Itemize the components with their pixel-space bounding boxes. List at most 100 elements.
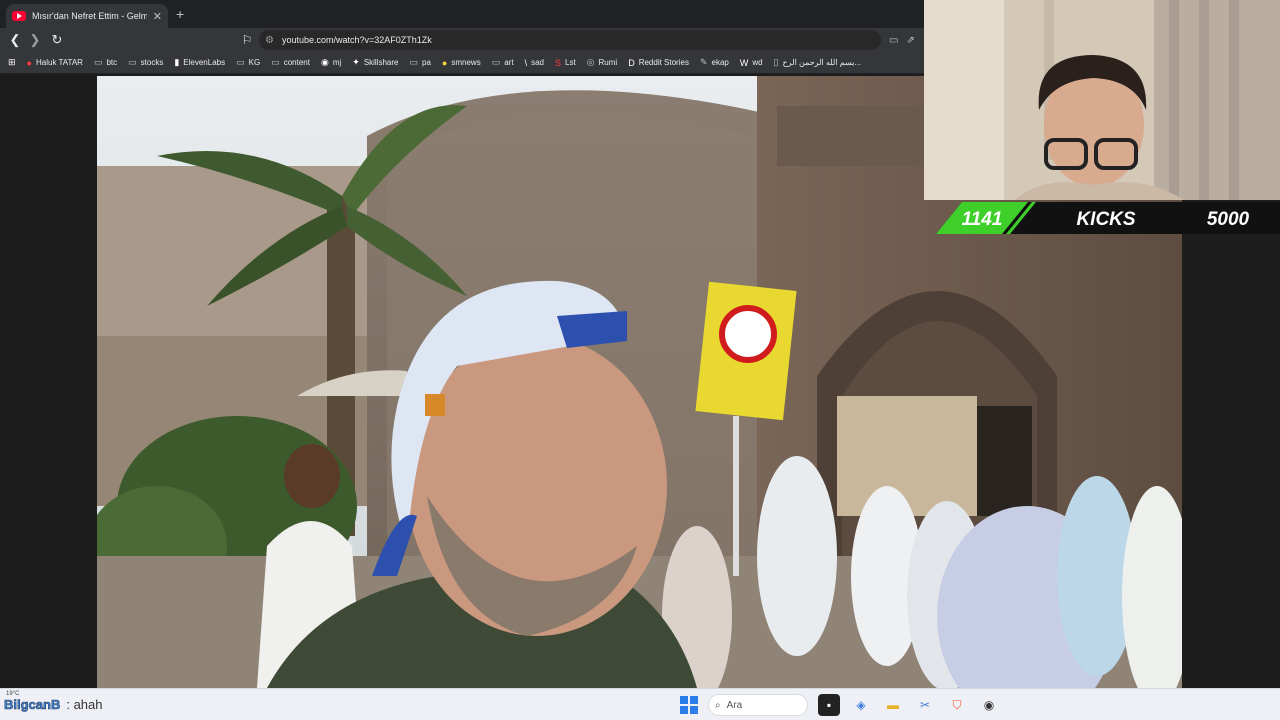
smiley-icon: ● (441, 57, 448, 68)
brave-browser-icon[interactable]: ⛉ (946, 694, 968, 716)
youtube-icon (12, 11, 26, 21)
chat-message: BilgcanB : ahah (4, 697, 103, 713)
windows-logo-tile (690, 696, 698, 704)
bookmark-label: Haluk TATAR (35, 58, 83, 67)
bookmark-label: art (504, 58, 514, 67)
bookmark-label: ElevenLabs (183, 58, 226, 67)
taskbar: 19°C BilgcanB : ahah ⌕ Ara ▪ ◈ ▬ ✂ ⛉ ◉ (0, 688, 1280, 720)
toolbar-actions: ▭ ⇗ (889, 35, 915, 46)
slash-icon: \ (524, 57, 528, 68)
kicks-count: 1141 (962, 209, 1003, 230)
bookmarks-bar: ⊞ ● Haluk TATAR ▭ btc ▭ stocks ▮ ElevenLabs … (0, 52, 924, 74)
webcam-overlay (924, 0, 1280, 200)
bookmark-item[interactable]: ▯ بسم الله الرحمن الرح... (774, 57, 862, 68)
bookmark-label: Skillshare (363, 58, 399, 67)
share-icon[interactable]: ⇗ (906, 35, 914, 46)
bookmark-label: mj (332, 58, 342, 67)
bookmark-item[interactable]: ▮ ElevenLabs (174, 57, 225, 68)
bookmark-label: stocks (140, 58, 164, 67)
bird-icon: ✎ (699, 57, 708, 67)
bookmark-item[interactable]: S Lst (555, 58, 576, 68)
bookmark-item[interactable]: ◉ mj (321, 57, 341, 68)
wiki-icon: W (739, 57, 749, 68)
browser-tab[interactable]: Mısır'dan Nefret Ettim - Gelm ✕ (6, 4, 168, 28)
bookmark-item[interactable]: ▭ KG (236, 57, 260, 68)
kicks-counter: 1141 KICKS 5000 (936, 202, 1280, 234)
bookmark-item[interactable]: ✦ Skillshare (352, 57, 398, 68)
bookmark-label: بسم الله الرحمن الرح... (782, 58, 862, 67)
kicks-goal: 5000 (1207, 209, 1250, 230)
tab-strip: Mısır'dan Nefret Ettim - Gelm ✕ + (0, 0, 924, 28)
chat-username: BilgcanB (4, 697, 61, 713)
bookmark-label: Rumi (598, 58, 618, 67)
bookmark-item[interactable]: \ sad (525, 58, 544, 68)
bookmark-label: Reddit Stories (638, 58, 689, 67)
elevenlabs-icon: ▮ (174, 57, 180, 67)
folder-icon: ▭ (491, 57, 501, 67)
new-tab-button[interactable]: + (176, 6, 184, 22)
browser-toolbar: ❮ ❯ ↻ ⚐ ⚙ youtube.com/watch?v=32AF0ZTh1Z… (0, 28, 924, 52)
search-placeholder: Ara (726, 699, 743, 711)
globe-icon: ◎ (586, 57, 595, 67)
windows-logo-tile (690, 706, 698, 714)
taskbar-search[interactable]: ⌕ Ara (708, 694, 808, 716)
bookmark-label: sad (531, 58, 544, 67)
apps-button[interactable]: ⊞ (8, 57, 16, 68)
forward-button[interactable]: ❯ (25, 32, 45, 48)
bookmark-item[interactable]: ◎ Rumi (587, 57, 618, 68)
bookmark-icon[interactable]: ⚐ (239, 33, 255, 47)
windows-logo-tile (680, 706, 688, 714)
site-info-icon[interactable]: ⚙ (265, 35, 274, 46)
youtube-icon: ● (26, 57, 32, 68)
folder-icon: ▭ (271, 57, 280, 67)
bookmark-item[interactable]: ● Haluk TATAR (27, 58, 83, 68)
bookmark-label: KG (248, 58, 261, 67)
bookmark-item[interactable]: Wwd (740, 58, 763, 68)
bookmark-label: ekap (711, 58, 729, 67)
bookmark-item[interactable]: ▭ content (271, 57, 310, 68)
chat-text: : ahah (66, 697, 103, 712)
github-icon: ◉ (320, 57, 329, 67)
page-icon: ▯ (773, 57, 779, 67)
bookmark-label: content (283, 58, 310, 67)
cast-icon[interactable]: ▭ (889, 35, 898, 46)
task-view-icon[interactable]: ▪ (818, 694, 840, 716)
taskbar-apps: ⌕ Ara ▪ ◈ ▬ ✂ ⛉ ◉ (680, 693, 1000, 717)
windows-logo-tile (680, 696, 688, 704)
search-icon: ⌕ (715, 699, 721, 711)
kicks-label: KICKS (1076, 209, 1135, 230)
s-icon: S (554, 57, 561, 68)
folder-icon: ▭ (128, 57, 137, 67)
windows-start-icon[interactable] (680, 696, 698, 714)
bookmark-label: Lst (565, 58, 576, 67)
apps-grid-icon: ⊞ (8, 57, 16, 67)
bookmark-item[interactable]: ▭ pa (410, 57, 431, 68)
d-icon: D (628, 57, 635, 68)
bookmark-item[interactable]: ● smnews (442, 58, 481, 68)
bookmark-item[interactable]: ▭ art (492, 57, 514, 68)
bookmark-label: wd (752, 58, 763, 67)
close-tab-icon[interactable]: ✕ (153, 10, 162, 23)
back-button[interactable]: ❮ (5, 32, 25, 48)
obs-icon[interactable]: ◉ (978, 694, 1000, 716)
bookmark-item[interactable]: ▭ stocks (128, 57, 163, 68)
file-explorer-icon[interactable]: ▬ (882, 694, 904, 716)
snipping-tool-icon[interactable]: ✂ (914, 694, 936, 716)
bookmark-label: btc (106, 58, 118, 67)
tab-title: Mısır'dan Nefret Ettim - Gelm (32, 11, 147, 21)
folder-icon: ▭ (409, 57, 419, 67)
folder-icon: ▭ (93, 57, 103, 67)
bookmark-label: smnews (451, 58, 481, 67)
copilot-icon[interactable]: ◈ (850, 694, 872, 716)
screen: Mısır'dan Nefret Ettim - Gelm ✕ + ❮ ❯ ↻ … (0, 0, 1280, 720)
url-text: youtube.com/watch?v=32AF0ZTh1Zk (281, 35, 432, 45)
skillshare-icon: ✦ (352, 57, 360, 67)
kicks-banner: 1141 KICKS 5000 (936, 202, 1280, 234)
address-bar[interactable]: ⚙ youtube.com/watch?v=32AF0ZTh1Zk (259, 30, 881, 50)
webcam-feed (924, 0, 1280, 200)
bookmark-item[interactable]: D Reddit Stories (628, 58, 689, 68)
reload-button[interactable]: ↻ (47, 32, 67, 48)
folder-icon: ▭ (236, 57, 245, 67)
bookmark-item[interactable]: ▭ btc (94, 57, 117, 68)
bookmark-item[interactable]: ✎ ekap (700, 57, 729, 68)
